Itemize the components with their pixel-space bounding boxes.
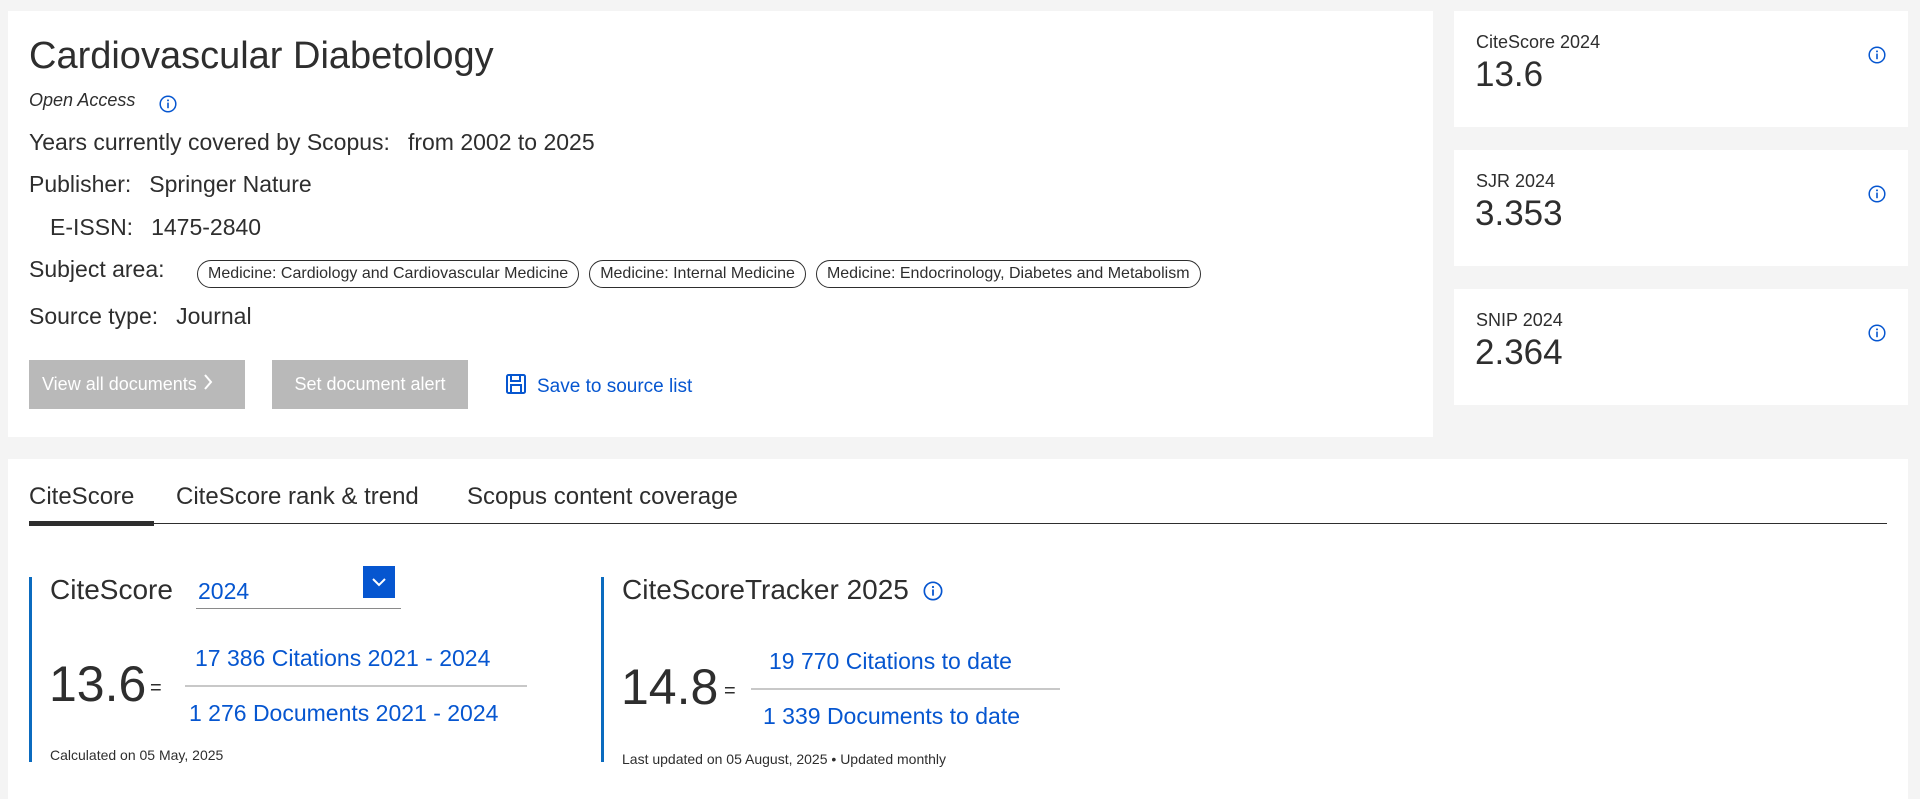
citescore-citations-link[interactable]: 17 386 Citations 2021 - 2024 (195, 645, 490, 672)
calculated-date: Calculated on 05 May, 2025 (50, 747, 224, 763)
citescore-heading: CiteScore (50, 574, 173, 605)
set-document-alert-button[interactable]: Set document alert (272, 360, 468, 409)
citescoretracker-heading: CiteScoreTracker 2025 (622, 574, 909, 606)
selected-year: 2024 (198, 578, 250, 604)
citescore-metric-card: CiteScore 2024 13.6 (1454, 11, 1908, 127)
chevron-down-icon[interactable] (363, 566, 395, 598)
tab-citescore[interactable]: CiteScore (29, 483, 134, 511)
view-all-documents-label: View all documents (42, 374, 197, 394)
tab-citescore-rank-trend[interactable]: CiteScore rank & trend (176, 483, 419, 511)
sjr-metric-card: SJR 2024 3.353 (1454, 150, 1908, 266)
info-icon[interactable] (1868, 46, 1886, 64)
equals-sign: = (150, 677, 162, 699)
active-tab-indicator (29, 521, 154, 526)
save-disk-icon (505, 373, 527, 401)
citescore-documents-link[interactable]: 1 276 Documents 2021 - 2024 (189, 700, 498, 727)
citescoretracker-title: CiteScoreTracker 2025 (622, 574, 909, 605)
metric-label: SJR 2024 (1476, 171, 1556, 191)
source-type-label: Source type: (29, 303, 159, 329)
publisher-value: Springer Nature (149, 171, 312, 197)
tracker-citations-link[interactable]: 19 770 Citations to date (769, 648, 1012, 675)
eissn-row: E-ISSN: 1475-2840 (50, 214, 261, 241)
metric-label: SNIP 2024 (1476, 310, 1563, 330)
equals-sign: = (724, 680, 736, 702)
years-covered-row: Years currently covered by Scopus: from 2… (29, 129, 595, 156)
chevron-right-icon (203, 373, 213, 396)
publisher-label: Publisher: (29, 171, 132, 197)
metrics-detail-card: CiteScore CiteScore rank & trend Scopus … (8, 459, 1908, 799)
snip-metric-card: SNIP 2024 2.364 (1454, 289, 1908, 405)
metric-label: CiteScore 2024 (1476, 32, 1601, 52)
citescore-panel-accent (29, 577, 32, 762)
eissn-value: 1475-2840 (151, 214, 262, 240)
citescore-value: 13.6 (49, 656, 147, 712)
journal-title: Cardiovascular Diabetology (29, 35, 494, 77)
info-icon[interactable] (159, 95, 177, 113)
subject-area-label: Subject area: (29, 256, 165, 282)
subject-area-row: Subject area: (29, 256, 165, 283)
tracker-updated-note: Last updated on 05 August, 2025 • Update… (622, 751, 947, 767)
source-type-row: Source type: Journal (29, 303, 252, 330)
fraction-line (751, 688, 1060, 690)
info-icon[interactable] (1868, 185, 1886, 203)
tab-bar: CiteScore CiteScore rank & trend Scopus … (29, 483, 1887, 526)
publisher-row: Publisher: Springer Nature (29, 171, 312, 198)
tracker-panel-accent (601, 577, 604, 762)
years-covered-label: Years currently covered by Scopus: (29, 129, 390, 155)
tracker-documents-link[interactable]: 1 339 Documents to date (763, 703, 1020, 730)
subject-chip[interactable]: Medicine: Endocrinology, Diabetes and Me… (815, 260, 1201, 288)
citescore-year-select[interactable]: 2024 (196, 566, 401, 609)
tracker-value: 14.8 (621, 659, 719, 715)
metric-value: 2.364 (1475, 333, 1563, 372)
eissn-label: E-ISSN: (50, 214, 134, 240)
metric-value: 3.353 (1475, 194, 1563, 233)
save-to-source-list-label: Save to source list (537, 376, 693, 397)
view-all-documents-button[interactable]: View all documents (29, 360, 245, 409)
subject-chips: Medicine: Cardiology and Cardiovascular … (197, 260, 1201, 288)
save-to-source-list-link[interactable]: Save to source list (505, 373, 692, 401)
fraction-line (185, 685, 527, 687)
journal-info-card: Cardiovascular Diabetology Open Access Y… (8, 11, 1433, 437)
open-access-label: Open Access (29, 90, 136, 110)
subject-chip[interactable]: Medicine: Internal Medicine (589, 260, 806, 288)
source-type-value: Journal (176, 303, 252, 329)
metric-value: 13.6 (1475, 55, 1544, 94)
subject-chip[interactable]: Medicine: Cardiology and Cardiovascular … (197, 260, 580, 288)
set-document-alert-label: Set document alert (294, 374, 446, 394)
tab-scopus-content-coverage[interactable]: Scopus content coverage (467, 483, 738, 511)
years-covered-value: from 2002 to 2025 (407, 129, 595, 155)
info-icon[interactable] (1868, 324, 1886, 342)
info-icon[interactable] (923, 581, 943, 601)
